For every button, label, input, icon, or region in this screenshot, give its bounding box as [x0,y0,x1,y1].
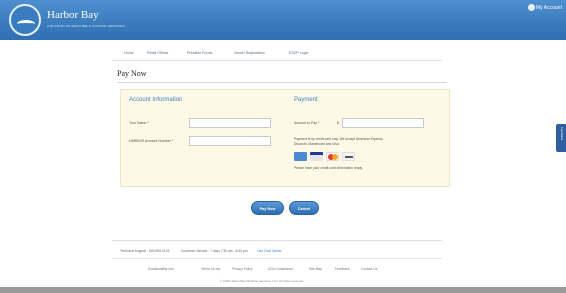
discover-card-icon [342,152,355,161]
account-number-input[interactable] [189,136,271,146]
live-chat-link[interactable]: Live Chat Online [257,249,281,253]
visa-card-icon [310,152,323,161]
mastercard-card-icon [326,152,339,161]
page-title: Pay Now [117,69,147,78]
footer-link-sitemap[interactable]: Site Map [309,267,322,271]
window-bottom-bar [0,287,566,293]
nav-item-retail-offices[interactable]: Retail Offices [147,51,168,55]
nav-item-home[interactable]: Home [124,51,134,55]
footer-link-ada[interactable]: ADA Compliance [268,267,293,271]
site-header: Harbor Bay A DIVISION OF MARITIME & COAS… [0,0,566,40]
top-nav: Home Retail Offices Printable Forms Vess… [112,47,442,59]
copyright-text: © 2015 Harbor Bay Maritime Services, LLC… [220,279,304,283]
footer-link-terms[interactable]: Terms of Use [201,267,220,271]
payment-form-panel [120,89,450,187]
account-number-label: HARBOR Account Number * [129,139,174,143]
currency-symbol: $ [337,121,339,125]
payment-heading: Payment [294,97,318,103]
logo-icon[interactable] [9,4,41,36]
account-info-heading: Account Information [129,97,183,103]
nav-item-escp-login[interactable]: ESCP Login [289,51,309,55]
amount-label: Amount to Pay * [294,121,320,125]
footer-link-contact[interactable]: Contact Us [361,267,377,271]
name-label: Your Name * [129,121,149,125]
tech-support-text: Technical Support · 800.555.0123 [120,249,170,253]
feedback-tab[interactable]: Feedback [556,124,566,152]
footer-link-sustainability[interactable]: Sustainability Info [148,267,174,271]
payment-note-line-3: Please have your credit card information… [294,166,363,170]
footer-link-feedback[interactable]: Feedback [335,267,349,271]
my-account-link[interactable]: My Account [536,5,562,11]
brand-tagline: A DIVISION OF MARITIME & COASTAL SERVICE… [47,24,125,28]
name-input[interactable] [189,118,271,128]
footer-link-privacy[interactable]: Privacy Policy [232,267,253,271]
footer-divider-bottom [112,258,442,259]
payment-note-line-2: Discover, Mastercard and Visa. [294,142,340,146]
footer-divider-top [112,240,442,241]
customer-service-hours: Customer Service · 7 days 7:30 am - 8:30… [181,249,248,253]
cancel-button[interactable]: Cancel [289,201,319,215]
pay-now-button[interactable]: Pay Now [251,201,284,215]
feedback-tab-label: Feedback [560,127,564,141]
amex-card-icon [294,152,307,161]
nav-item-printable-forms[interactable]: Printable Forms [187,51,212,55]
title-divider [117,82,447,83]
wave-mark-icon [17,20,35,28]
amount-input[interactable] [342,118,424,128]
nav-divider [112,60,442,61]
user-icon[interactable] [528,4,535,11]
nav-item-vessel-registration[interactable]: Vessel Registration [234,51,265,55]
brand-name[interactable]: Harbor Bay [47,9,99,21]
